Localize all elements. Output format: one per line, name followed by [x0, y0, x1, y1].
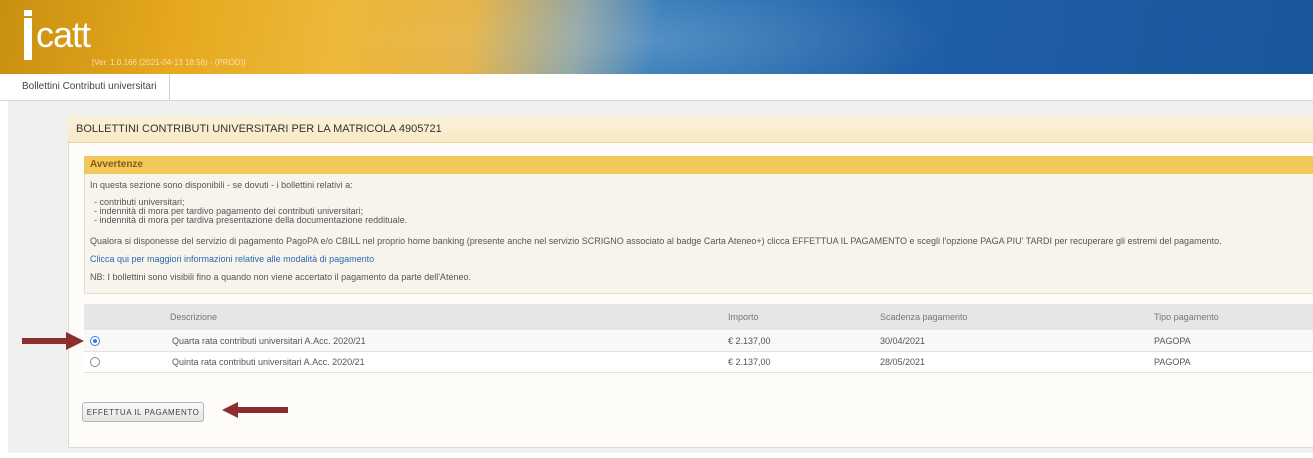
logo-i-dot — [24, 10, 32, 16]
annotation-arrow-icon — [222, 402, 288, 418]
pagopa-note: Qualora si disponesse del servizio di pa… — [90, 236, 1222, 246]
row-scadenza: 28/05/2021 — [880, 357, 926, 367]
column-header-tipo: Tipo pagamento — [1154, 312, 1219, 322]
warning-intro: In questa sezione sono disponibili - se … — [90, 180, 353, 190]
column-header-scadenza: Scadenza pagamento — [880, 312, 968, 322]
row-radio-selected[interactable] — [90, 336, 100, 346]
version-label: [Ver. 1.0.166 (2021-04-13 18:56) - (PROD… — [92, 58, 246, 67]
row-scadenza: 30/04/2021 — [880, 336, 926, 346]
table-row[interactable]: Quinta rata contributi universitari A.Ac… — [84, 352, 1313, 373]
row-descrizione: Quinta rata contributi universitari A.Ac… — [172, 357, 365, 367]
logo-text: catt — [36, 14, 91, 55]
row-radio[interactable] — [90, 357, 100, 367]
annotation-arrow-icon — [22, 332, 84, 350]
table-header-row: Descrizione Importo Scadenza pagamento T… — [84, 304, 1313, 330]
table-row[interactable]: Quarta rata contributi universitari A.Ac… — [84, 331, 1313, 352]
row-importo: € 2.137,00 — [728, 357, 771, 367]
warning-heading: Avvertenze — [84, 156, 1313, 174]
row-tipo: PAGOPA — [1154, 357, 1191, 367]
column-header-descrizione: Descrizione — [170, 312, 218, 322]
pay-button[interactable]: EFFETTUA IL PAGAMENTO — [82, 402, 204, 422]
nb-note: NB: I bollettini sono visibili fino a qu… — [90, 272, 471, 282]
header-swoosh — [300, 0, 1000, 74]
payment-info-link[interactable]: Clicca qui per maggiori informazioni rel… — [90, 254, 374, 264]
panel-title: BOLLETTINI CONTRIBUTI UNIVERSITARI PER L… — [68, 116, 1313, 143]
tab-bar — [0, 74, 1313, 101]
app-header: catt [Ver. 1.0.166 (2021-04-13 18:56) - … — [0, 0, 1313, 74]
warning-item: - indennità di mora per tardiva presenta… — [94, 215, 408, 225]
row-descrizione: Quarta rata contributi universitari A.Ac… — [172, 336, 366, 346]
row-tipo: PAGOPA — [1154, 336, 1191, 346]
logo-i-bar — [24, 18, 32, 60]
icatt-logo: catt — [24, 10, 104, 62]
tab-bollettini[interactable]: Bollettini Contributi universitari — [10, 74, 170, 100]
row-importo: € 2.137,00 — [728, 336, 771, 346]
column-header-importo: Importo — [728, 312, 759, 322]
